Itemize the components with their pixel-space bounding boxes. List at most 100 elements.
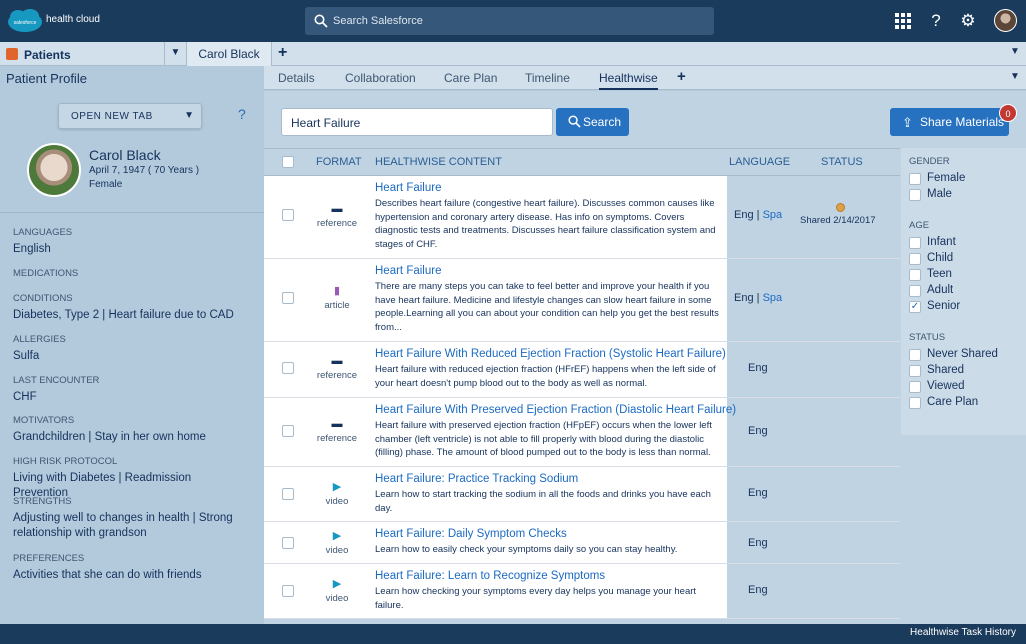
checkbox[interactable] xyxy=(909,397,921,409)
content-title-link[interactable]: Heart Failure With Preserved Ejection Fr… xyxy=(375,404,736,416)
app-brand: health cloud xyxy=(46,14,100,25)
format-label: reference xyxy=(316,218,358,229)
row-checkbox[interactable] xyxy=(282,425,294,437)
lang-spa-link[interactable]: Spa xyxy=(763,292,783,304)
lang-sep: | xyxy=(753,209,763,221)
table-row: ▶ video Heart Failure: Practice Tracking… xyxy=(264,467,900,522)
row-checkbox[interactable] xyxy=(282,362,294,374)
lang-eng: Eng xyxy=(734,292,754,304)
add-subtab-plus-icon[interactable]: + xyxy=(677,68,686,85)
search-placeholder: Search Salesforce xyxy=(333,15,423,27)
row-checkbox[interactable] xyxy=(282,292,294,304)
content-description: Heart failure with reduced ejection frac… xyxy=(375,364,716,389)
format-cell: ▶ video xyxy=(314,578,360,604)
field-label: HIGH RISK PROTOCOL xyxy=(13,456,118,467)
content-description: Learn how to easily check your symptoms … xyxy=(375,544,678,555)
content-title-link[interactable]: Heart Failure: Daily Symptom Checks xyxy=(375,528,567,540)
field-label: LAST ENCOUNTER xyxy=(13,375,100,386)
field-value: English xyxy=(13,243,51,255)
content-title-link[interactable]: Heart Failure xyxy=(375,265,441,277)
patient-name: Carol Black xyxy=(89,147,161,163)
help-icon[interactable]: ? xyxy=(926,11,946,31)
global-search-input[interactable]: Search Salesforce xyxy=(305,7,714,35)
table-row: ▶ video Heart Failure: Daily Symptom Che… xyxy=(264,522,900,564)
content-title-link[interactable]: Heart Failure: Practice Tracking Sodium xyxy=(375,473,578,485)
help-icon[interactable]: ? xyxy=(238,106,246,122)
open-new-tab-label: OPEN NEW TAB xyxy=(71,111,153,122)
language-cell: Eng xyxy=(748,537,768,549)
content-title-link[interactable]: Heart Failure: Learn to Recognize Sympto… xyxy=(375,570,605,582)
content-title-link[interactable]: Heart Failure xyxy=(375,182,441,194)
open-new-tab-button[interactable]: OPEN NEW TAB ▼ xyxy=(58,103,202,129)
checkbox[interactable] xyxy=(909,381,921,393)
option-label: Child xyxy=(927,252,954,264)
play-icon: ▶ xyxy=(332,481,342,493)
tab-details[interactable]: Details xyxy=(278,71,315,85)
field-high-risk-protocol: HIGH RISK PROTOCOL Living with Diabetes … xyxy=(13,456,248,501)
checkbox[interactable] xyxy=(909,237,921,249)
share-materials-button[interactable]: ⇪ Share Materials xyxy=(890,108,1009,136)
tab-overflow-chevron-icon[interactable]: ▼ xyxy=(1010,46,1020,57)
status-text: Shared 2/14/2017 xyxy=(800,215,876,226)
option-label: Teen xyxy=(927,268,952,280)
settings-gear-icon[interactable]: ⚙ xyxy=(958,11,978,31)
field-label: CONDITIONS xyxy=(13,293,73,304)
col-format: FORMAT xyxy=(316,156,362,168)
folder-icon: ▬ xyxy=(331,355,343,367)
tab-carol-black[interactable]: Carol Black xyxy=(187,42,272,66)
search-icon xyxy=(314,14,328,28)
option-label: Senior xyxy=(927,300,961,312)
select-all-checkbox[interactable] xyxy=(282,156,294,168)
row-checkbox[interactable] xyxy=(282,585,294,597)
checkbox[interactable] xyxy=(909,173,921,185)
checkbox-checked-icon[interactable]: ✓ xyxy=(909,301,921,313)
row-checkbox[interactable] xyxy=(282,209,294,221)
salesforce-logo[interactable]: salesforce xyxy=(6,8,44,34)
option-label: Female xyxy=(927,172,966,184)
healthwise-task-history-link[interactable]: Healthwise Task History xyxy=(910,627,1016,638)
row-checkbox[interactable] xyxy=(282,488,294,500)
checkbox[interactable] xyxy=(909,349,921,361)
format-label: video xyxy=(325,593,349,604)
option-label: Adult xyxy=(927,284,954,296)
checkbox[interactable] xyxy=(909,365,921,377)
lang-spa-link[interactable]: Spa xyxy=(763,209,783,221)
patient-profile-panel: Patient Profile OPEN NEW TAB ▼ ? Carol B… xyxy=(0,66,264,624)
format-cell: ▬ reference xyxy=(314,355,360,381)
tab-healthwise[interactable]: Healthwise xyxy=(599,71,658,90)
language-cell: Eng xyxy=(748,487,768,499)
tab-timeline[interactable]: Timeline xyxy=(525,71,570,85)
field-last-encounter: LAST ENCOUNTER CHF xyxy=(13,375,248,405)
field-label: STRENGTHS xyxy=(13,496,72,507)
row-checkbox[interactable] xyxy=(282,537,294,549)
option-label: Care Plan xyxy=(927,396,979,408)
search-button[interactable]: Search xyxy=(556,108,629,136)
table-row: ▬ reference Heart Failure Describes hear… xyxy=(264,176,900,259)
content-title-link[interactable]: Heart Failure With Reduced Ejection Frac… xyxy=(375,348,726,360)
content-description: Learn how checking your symptoms every d… xyxy=(375,586,697,611)
field-allergies: ALLERGIES Sulfa xyxy=(13,334,248,364)
format-cell: ▶ video xyxy=(314,530,360,556)
format-cell: ▬ reference xyxy=(314,203,360,229)
checkbox[interactable] xyxy=(909,285,921,297)
field-medications: MEDICATIONS xyxy=(13,268,78,279)
checkbox[interactable] xyxy=(909,253,921,265)
tab-collaboration[interactable]: Collaboration xyxy=(345,71,416,85)
tab-patients[interactable]: Patients xyxy=(0,42,165,66)
col-status: STATUS xyxy=(821,156,863,168)
tab-care-plan[interactable]: Care Plan xyxy=(444,71,497,85)
filter-panel: GENDER Female Male AGE Infant Child Teen… xyxy=(901,148,1026,435)
filter-heading-gender: GENDER xyxy=(909,156,950,167)
option-label: Never Shared xyxy=(927,348,998,360)
checkbox[interactable] xyxy=(909,189,921,201)
content-description: Heart failure with preserved ejection fr… xyxy=(375,420,712,458)
tab-dropdown-chevron-icon[interactable]: ▼ xyxy=(165,42,187,66)
patient-gender: Female xyxy=(89,179,123,190)
add-tab-plus-icon[interactable]: + xyxy=(278,44,287,62)
user-avatar[interactable] xyxy=(994,9,1017,32)
apps-grid-icon[interactable] xyxy=(893,11,913,31)
lang-eng: Eng xyxy=(734,209,754,221)
subtab-overflow-chevron-icon[interactable]: ▼ xyxy=(1010,71,1020,82)
checkbox[interactable] xyxy=(909,269,921,281)
keyword-input[interactable]: Heart Failure xyxy=(281,108,553,136)
